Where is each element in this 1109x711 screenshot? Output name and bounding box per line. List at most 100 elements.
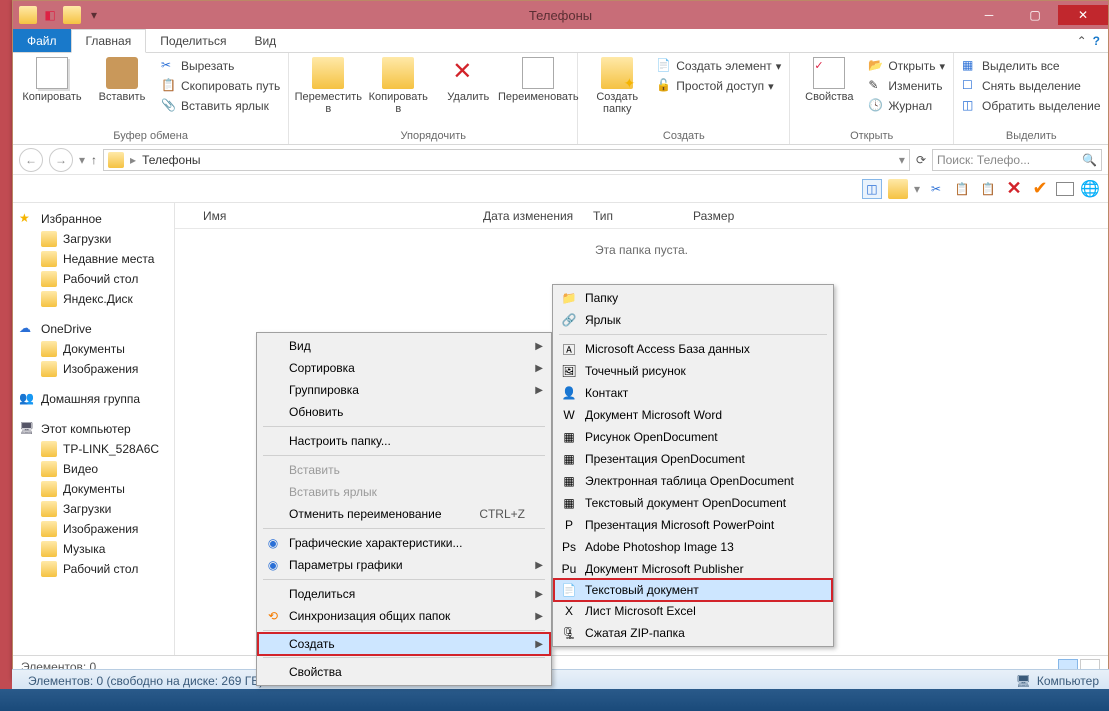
nav-this-pc[interactable]: 🖥Этот компьютер: [19, 419, 174, 439]
context-menu[interactable]: Вид▶ Сортировка▶ Группировка▶ Обновить Н…: [256, 332, 552, 686]
nav-item[interactable]: Яндекс.Диск: [41, 289, 174, 309]
ctx-customize[interactable]: Настроить папку...: [259, 430, 549, 452]
qat-dropdown-icon[interactable]: ▾: [85, 6, 103, 24]
search-input[interactable]: Поиск: Телефо...🔍: [932, 149, 1102, 171]
copy-to-button[interactable]: Копировать в: [365, 55, 431, 115]
ribbon-collapse-icon[interactable]: ⌃: [1077, 34, 1087, 48]
qat-properties-icon[interactable]: ◧: [41, 6, 59, 24]
column-headers[interactable]: Имя Дата изменения Тип Размер: [175, 203, 1108, 229]
address-input[interactable]: ▸ Телефоны ▾: [103, 149, 910, 171]
new-pub[interactable]: PuДокумент Microsoft Publisher: [555, 558, 831, 580]
new-txt[interactable]: 📄Текстовый документ: [554, 579, 832, 601]
breadcrumb[interactable]: Телефоны: [142, 153, 200, 167]
select-all-button[interactable]: ▦Выделить все: [960, 57, 1103, 75]
tab-view[interactable]: Вид: [240, 29, 290, 52]
ctx-properties[interactable]: Свойства: [259, 661, 549, 683]
new-item-button[interactable]: 📄Создать элемент ▾: [654, 57, 783, 75]
refresh-button[interactable]: ⟳: [916, 153, 926, 167]
nav-item[interactable]: TP-LINK_528A6C: [41, 439, 174, 459]
rename-button[interactable]: Переименовать: [505, 55, 571, 103]
nav-item[interactable]: Видео: [41, 459, 174, 479]
paste-button[interactable]: Вставить: [89, 55, 155, 103]
qat-folder-icon[interactable]: [19, 6, 37, 24]
select-none-button[interactable]: ☐Снять выделение: [960, 77, 1103, 95]
organize-button[interactable]: [888, 179, 908, 199]
minimize-button[interactable]: ─: [966, 5, 1012, 25]
delete-button[interactable]: ✕Удалить: [435, 55, 501, 103]
nav-item[interactable]: Документы: [41, 339, 174, 359]
new-contact[interactable]: 👤Контакт: [555, 382, 831, 404]
nav-item[interactable]: Документы: [41, 479, 174, 499]
ctx-group[interactable]: Группировка▶: [259, 379, 549, 401]
tab-share[interactable]: Поделиться: [146, 29, 240, 52]
nav-onedrive[interactable]: ☁OneDrive: [19, 319, 174, 339]
titlebar[interactable]: ◧ ▾ Телефоны ─ ▢ ✕: [13, 1, 1108, 29]
new-folder[interactable]: 📁Папку: [555, 287, 831, 309]
ctx-share[interactable]: Поделиться▶: [259, 583, 549, 605]
ctx-refresh[interactable]: Обновить: [259, 401, 549, 423]
up-button[interactable]: ↑: [91, 153, 97, 167]
new-ppt[interactable]: PПрезентация Microsoft PowerPoint: [555, 514, 831, 536]
paste-shortcut-button[interactable]: 📎Вставить ярлык: [159, 97, 282, 115]
col-modified[interactable]: Дата изменения: [475, 209, 585, 223]
navigation-pane[interactable]: ★Избранное ЗагрузкиНедавние местаРабочий…: [13, 203, 175, 655]
panes-button[interactable]: ◫: [862, 179, 882, 199]
globe-icon[interactable]: 🌐: [1080, 179, 1100, 199]
nav-item[interactable]: Рабочий стол: [41, 269, 174, 289]
nav-homegroup[interactable]: 👥Домашняя группа: [19, 389, 174, 409]
new-odt[interactable]: ▦Текстовый документ OpenDocument: [555, 492, 831, 514]
nav-item[interactable]: Рабочий стол: [41, 559, 174, 579]
check-icon[interactable]: ✔: [1030, 179, 1050, 199]
delete-icon[interactable]: ✕: [1004, 179, 1024, 199]
ctx-undo-rename[interactable]: Отменить переименованиеCTRL+Z: [259, 503, 549, 525]
new-psd[interactable]: PsAdobe Photoshop Image 13: [555, 536, 831, 558]
nav-item[interactable]: Загрузки: [41, 229, 174, 249]
ctx-sort[interactable]: Сортировка▶: [259, 357, 549, 379]
history-button[interactable]: 🕓Журнал: [866, 97, 947, 115]
new-shortcut[interactable]: 🔗Ярлык: [555, 309, 831, 331]
nav-item[interactable]: Изображения: [41, 519, 174, 539]
new-xls[interactable]: XЛист Microsoft Excel: [555, 600, 831, 622]
window-icon[interactable]: [1056, 182, 1074, 196]
new-word[interactable]: WДокумент Microsoft Word: [555, 404, 831, 426]
properties-button[interactable]: ✓Свойства: [796, 55, 862, 103]
ctx-create[interactable]: Создать▶: [258, 633, 550, 655]
nav-item[interactable]: Недавние места: [41, 249, 174, 269]
col-size[interactable]: Размер: [685, 209, 765, 223]
new-odg[interactable]: ▦Рисунок OpenDocument: [555, 426, 831, 448]
easy-access-button[interactable]: 🔓Простой доступ ▾: [654, 77, 783, 95]
taskbar[interactable]: [0, 689, 1109, 711]
tab-file[interactable]: Файл: [13, 29, 71, 52]
copy-icon[interactable]: 📋: [952, 179, 972, 199]
copy-button[interactable]: Копировать: [19, 55, 85, 103]
new-submenu[interactable]: 📁Папку🔗Ярлык 🄰Microsoft Access База данны…: [552, 284, 834, 647]
ctx-gfx-char[interactable]: ◉Графические характеристики...: [259, 532, 549, 554]
cut-icon[interactable]: ✂: [926, 179, 946, 199]
new-zip[interactable]: 🗜Сжатая ZIP-папка: [555, 622, 831, 644]
back-button[interactable]: ←: [19, 148, 43, 172]
ctx-view[interactable]: Вид▶: [259, 335, 549, 357]
ctx-sync[interactable]: ⟲Синхронизация общих папок▶: [259, 605, 549, 627]
nav-item[interactable]: Музыка: [41, 539, 174, 559]
invert-selection-button[interactable]: ◫Обратить выделение: [960, 97, 1103, 115]
new-folder-button[interactable]: ✦Создать папку: [584, 55, 650, 115]
nav-item[interactable]: Загрузки: [41, 499, 174, 519]
qat-newfolder-icon[interactable]: [63, 6, 81, 24]
new-access[interactable]: 🄰Microsoft Access База данных: [555, 338, 831, 360]
new-bmp[interactable]: 🖼Точечный рисунок: [555, 360, 831, 382]
tab-home[interactable]: Главная: [71, 29, 147, 53]
new-odp[interactable]: ▦Презентация OpenDocument: [555, 448, 831, 470]
col-type[interactable]: Тип: [585, 209, 685, 223]
move-to-button[interactable]: Переместить в: [295, 55, 361, 115]
help-icon[interactable]: ?: [1093, 34, 1100, 48]
new-ods[interactable]: ▦Электронная таблица OpenDocument: [555, 470, 831, 492]
nav-favorites[interactable]: ★Избранное: [19, 209, 174, 229]
history-dropdown-icon[interactable]: ▾: [79, 153, 85, 167]
copy-path-button[interactable]: 📋Скопировать путь: [159, 77, 282, 95]
ctx-gfx-param[interactable]: ◉Параметры графики▶: [259, 554, 549, 576]
paste-icon[interactable]: 📋: [978, 179, 998, 199]
close-button[interactable]: ✕: [1058, 5, 1108, 25]
maximize-button[interactable]: ▢: [1012, 5, 1058, 25]
open-button[interactable]: 📂Открыть ▾: [866, 57, 947, 75]
forward-button[interactable]: →: [49, 148, 73, 172]
